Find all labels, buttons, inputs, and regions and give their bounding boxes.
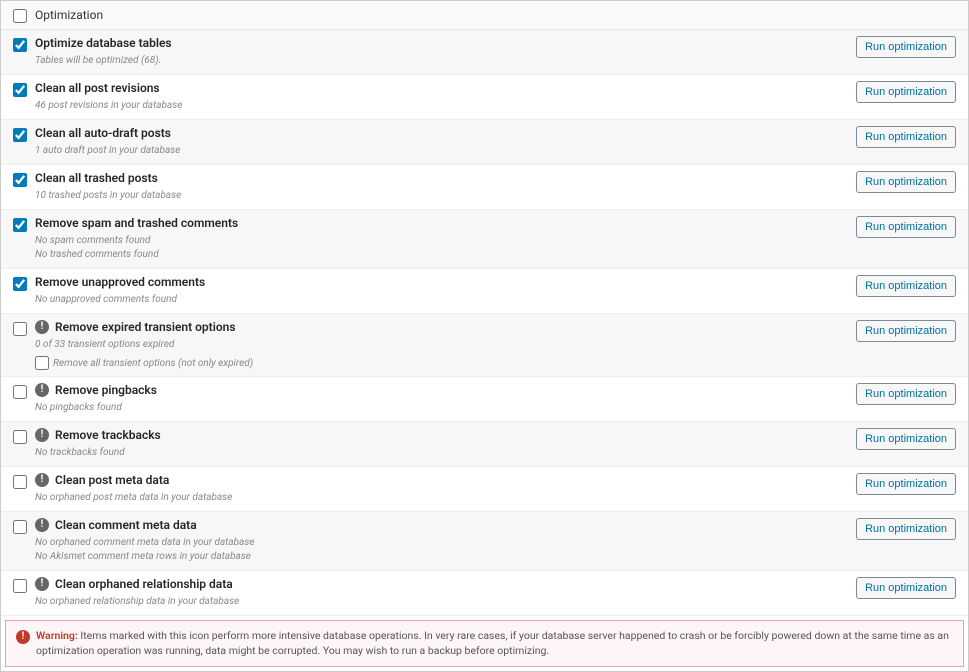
header-title: Optimization [35,8,956,22]
intensive-warning-icon: ! [35,473,49,487]
table-row: Optimize database tables Tables will be o… [1,30,968,75]
optimization-description: 1 auto draft post in your database [35,144,836,158]
run-optimization-button[interactable]: Run optimization [856,81,956,103]
row-checkbox[interactable] [13,218,27,232]
table-row: ! Remove pingbacks No pingbacks found Run o… [1,377,968,422]
run-optimization-button[interactable]: Run optimization [856,473,956,495]
row-checkbox[interactable] [13,430,27,444]
warning-box: ! Warning: Items marked with this icon p… [5,620,964,667]
optimization-title: Remove trackbacks [55,428,161,442]
intensive-warning-icon: ! [35,320,49,334]
row-checkbox[interactable] [13,322,27,336]
table-row: ! Remove trackbacks No trackbacks found Run… [1,422,968,467]
table-row: Remove unapproved comments No unapproved … [1,269,968,314]
optimization-description: No pingbacks found [35,401,836,415]
warning-text: Warning: Items marked with this icon per… [36,629,953,658]
optimization-title: Remove pingbacks [55,383,157,397]
row-checkbox[interactable] [13,277,27,291]
remove-all-transients-checkbox[interactable] [35,356,49,370]
run-optimization-button[interactable]: Run optimization [856,216,956,238]
run-optimization-button[interactable]: Run optimization [856,320,956,342]
row-checkbox[interactable] [13,475,27,489]
warning-label: Warning: [36,629,78,642]
run-optimization-button[interactable]: Run optimization [856,275,956,297]
warning-icon: ! [16,630,30,644]
warning-message: Items marked with this icon perform more… [36,629,949,657]
intensive-warning-icon: ! [35,428,49,442]
optimization-title: Clean all trashed posts [35,171,158,185]
table-row: Remove spam and trashed comments No spam … [1,210,968,269]
run-optimization-button[interactable]: Run optimization [856,36,956,58]
run-optimization-button[interactable]: Run optimization [856,171,956,193]
table-row: ! Clean comment meta data No orphaned comm… [1,512,968,571]
optimization-description: 0 of 33 transient options expired [35,338,836,352]
optimization-description: 46 post revisions in your database [35,99,836,113]
row-checkbox[interactable] [13,83,27,97]
row-checkbox[interactable] [13,128,27,142]
optimization-title: Clean comment meta data [55,518,197,532]
optimization-description: No orphaned comment meta data in your da… [35,536,836,564]
run-optimization-button[interactable]: Run optimization [856,383,956,405]
optimization-title: Clean orphaned relationship data [55,577,233,591]
optimization-title: Remove expired transient options [55,320,236,334]
run-optimization-button[interactable]: Run optimization [856,428,956,450]
optimization-description: Tables will be optimized (68). [35,54,836,68]
select-all-checkbox[interactable] [13,9,27,23]
table-header: Optimization [1,1,968,30]
table-row: Clean all post revisions 46 post revision… [1,75,968,120]
optimization-description: 10 trashed posts in your database [35,189,836,203]
optimization-title: Optimize database tables [35,36,172,50]
remove-all-transients-label: Remove all transient options (not only e… [53,358,253,369]
row-checkbox[interactable] [13,173,27,187]
intensive-warning-icon: ! [35,383,49,397]
optimization-description: No spam comments foundNo trashed comment… [35,234,836,262]
row-checkbox[interactable] [13,385,27,399]
optimization-title: Clean post meta data [55,473,169,487]
run-optimization-button[interactable]: Run optimization [856,577,956,599]
optimization-panel: Optimization Optimize database tables Tab… [0,0,969,672]
table-row: ! Clean post meta data No orphaned post me… [1,467,968,512]
table-row: Clean all trashed posts 10 trashed posts … [1,165,968,210]
optimization-title: Clean all post revisions [35,81,160,95]
optimization-title: Remove unapproved comments [35,275,205,289]
optimization-description: No unapproved comments found [35,293,836,307]
optimization-title: Clean all auto-draft posts [35,126,171,140]
run-optimization-button[interactable]: Run optimization [856,518,956,540]
row-checkbox[interactable] [13,38,27,52]
table-row: ! Clean orphaned relationship data No orph… [1,571,968,616]
row-checkbox[interactable] [13,579,27,593]
row-checkbox[interactable] [13,520,27,534]
intensive-warning-icon: ! [35,577,49,591]
optimization-description: No orphaned relationship data in your da… [35,595,836,609]
intensive-warning-icon: ! [35,518,49,532]
optimization-description: No trackbacks found [35,446,836,460]
table-row: Clean all auto-draft posts 1 auto draft p… [1,120,968,165]
optimization-description: No orphaned post meta data in your datab… [35,491,836,505]
run-optimization-button[interactable]: Run optimization [856,126,956,148]
optimization-title: Remove spam and trashed comments [35,216,238,230]
table-row: ! Remove expired transient options 0 of 33… [1,314,968,377]
